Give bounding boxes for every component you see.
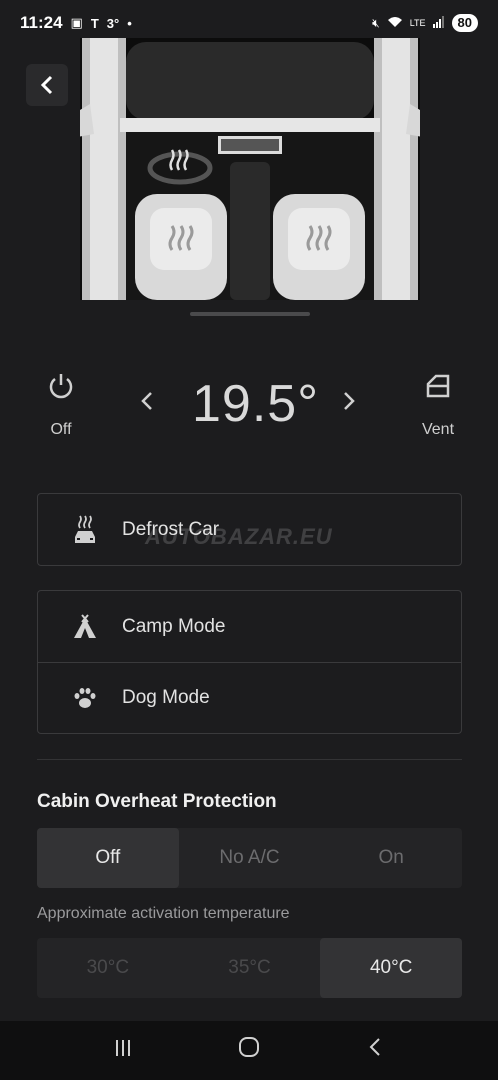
power-icon [49,374,73,399]
divider [37,759,462,760]
back-button[interactable] [26,64,68,106]
watermark: AUTOBAZAR.EU [145,524,333,549]
modes-card: Camp Mode Dog Mode [37,590,462,734]
tent-icon [72,613,98,640]
chevron-left-icon [40,75,53,95]
temperature-display: 19.5° [192,375,320,433]
overheat-option-no-ac[interactable]: No A/C [179,828,321,888]
temp-decrease-button[interactable] [140,386,154,420]
sheet-drag-handle[interactable] [190,312,310,316]
chevron-right-icon [344,392,355,410]
overheat-title: Cabin Overheat Protection [37,791,277,812]
tesla-icon: T [90,15,99,31]
recent-apps-button[interactable] [103,1037,143,1065]
temp-increase-button[interactable] [342,386,356,420]
car-interior-image [80,38,420,300]
window-vent-icon [426,374,450,398]
overheat-mode-selector: Off No A/C On [37,828,462,888]
dog-mode-button[interactable]: Dog Mode [38,662,461,733]
navigation-bar [0,1021,498,1080]
temp-option-30[interactable]: 30°C [37,938,179,998]
battery-indicator: 80 [451,14,478,32]
system-back-button[interactable] [355,1036,395,1065]
camp-mode-button[interactable]: Camp Mode [38,591,461,662]
temp-option-40[interactable]: 40°C [320,938,463,998]
status-time: 11:24 [20,13,63,32]
chevron-left-icon [141,392,152,410]
overheat-option-on[interactable]: On [320,828,462,888]
paw-icon [72,686,98,710]
overheat-option-off[interactable]: Off [37,828,179,888]
home-button[interactable] [229,1036,269,1065]
power-toggle[interactable]: Off [40,372,82,439]
mute-icon: 🔇︎ [372,15,380,30]
dog-mode-label: Dog Mode [122,687,210,708]
temp-option-35[interactable]: 35°C [179,938,321,998]
vent-label: Vent [421,421,455,438]
signal-icon [432,15,445,31]
dot-icon: • [127,15,132,31]
status-temperature: 3° [106,15,120,31]
recent-apps-icon [116,1039,130,1056]
home-icon [239,1037,259,1057]
climate-controls: Off 19.5° Vent [0,360,498,450]
defrost-car-icon [72,515,98,545]
vent-toggle[interactable]: Vent [412,372,464,439]
camp-mode-label: Camp Mode [122,615,226,637]
lte-label: LTE [409,18,426,28]
screenshot-icon: ▣ [70,15,83,30]
back-arrow-icon [369,1038,380,1056]
activation-temperature-label: Approximate activation temperature [37,905,290,922]
activation-temperature-selector: 30°C 35°C 40°C [37,938,463,998]
power-label: Off [50,421,72,438]
wifi-icon [387,16,403,31]
